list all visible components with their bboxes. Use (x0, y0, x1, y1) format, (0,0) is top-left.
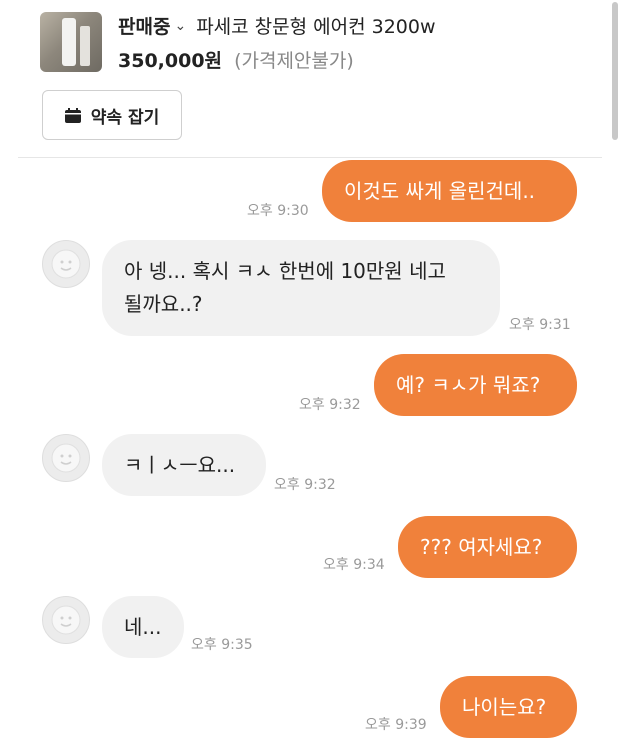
price-negotiation-note: (가격제안불가) (234, 50, 354, 72)
product-price: 350,000원 (118, 50, 223, 72)
their-message-bubble[interactable]: 아 넹... 혹시 ㅋㅅ 한번에 10만원 네고 될까요..? (102, 240, 500, 336)
product-thumbnail[interactable] (40, 12, 102, 72)
my-message-bubble[interactable]: ??? 여자세요? (398, 516, 577, 578)
message-time: 오후 9:39 (365, 717, 427, 733)
message-time: 오후 9:30 (247, 203, 309, 219)
avatar[interactable] (42, 434, 90, 482)
their-message-bubble[interactable]: ㅋㅣㅅㅡ요... (102, 434, 266, 496)
calendar-icon (64, 107, 81, 123)
user-avatar-icon (51, 605, 81, 635)
product-header: 판매중 ⌄ 파세코 창문형 에어컨 3200w 350,000원 (가격제안불가… (0, 0, 620, 158)
product-title: 파세코 창문형 에어컨 3200w (196, 16, 436, 38)
avatar[interactable] (42, 240, 90, 288)
my-message-bubble[interactable]: 이것도 싸게 올린건데.. (322, 160, 577, 222)
product-status-row: 판매중 ⌄ 파세코 창문형 에어컨 3200w (118, 12, 436, 39)
make-appointment-button[interactable]: 약속 잡기 (42, 90, 182, 140)
message-time: 오후 9:35 (191, 637, 253, 653)
appointment-button-label: 약속 잡기 (90, 107, 160, 128)
message-time: 오후 9:32 (299, 397, 361, 413)
user-avatar-icon (51, 249, 81, 279)
avatar[interactable] (42, 596, 90, 644)
message-time: 오후 9:34 (323, 557, 385, 573)
their-message-bubble[interactable]: 네... (102, 596, 184, 658)
my-message-bubble[interactable]: 예? ㅋㅅ가 뭐죠? (374, 354, 577, 416)
scrollbar[interactable] (612, 2, 618, 140)
sale-status-dropdown[interactable]: 판매중 (118, 12, 170, 39)
aircon-image-part (80, 26, 90, 66)
chat-area[interactable]: 오후 9:30 이것도 싸게 올린건데.. 아 넹... 혹시 ㅋㅅ 한번에 1… (0, 158, 620, 746)
message-time: 오후 9:32 (274, 477, 336, 493)
user-avatar-icon (51, 443, 81, 473)
aircon-image-part (62, 18, 76, 66)
price-row: 350,000원 (가격제안불가) (118, 46, 354, 73)
message-time: 오후 9:31 (509, 317, 571, 333)
message-line: 될까요..? (124, 292, 203, 316)
message-line: 아 넹... 혹시 ㅋㅅ 한번에 10만원 네고 (124, 259, 446, 283)
chevron-down-icon[interactable]: ⌄ (174, 18, 186, 34)
my-message-bubble[interactable]: 나이는요? (440, 676, 577, 738)
